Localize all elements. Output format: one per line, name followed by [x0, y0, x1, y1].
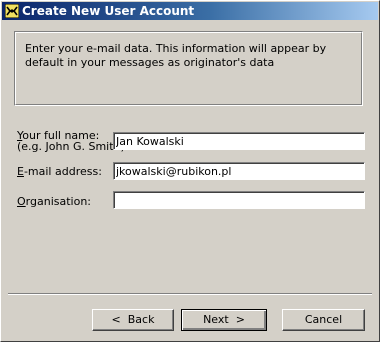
- email-field[interactable]: [113, 162, 365, 180]
- next-button[interactable]: Next >: [181, 309, 267, 331]
- window-title: Create New User Account: [22, 4, 195, 18]
- back-button[interactable]: < Back: [92, 309, 174, 331]
- full-name-hint: (e.g. John G. Smith): [17, 140, 125, 153]
- info-text: Enter your e-mail data. This information…: [25, 42, 327, 69]
- title-bar[interactable]: Create New User Account: [2, 2, 378, 20]
- cancel-button[interactable]: Cancel: [282, 309, 365, 331]
- app-icon: [4, 3, 20, 19]
- create-user-dialog: Create New User Account Enter your e-mai…: [0, 0, 380, 342]
- email-label: E-mail address:: [17, 165, 102, 178]
- full-name-field[interactable]: [113, 132, 365, 150]
- divider: [8, 293, 372, 295]
- organisation-field[interactable]: [113, 191, 365, 209]
- info-panel: Enter your e-mail data. This information…: [14, 31, 363, 106]
- organisation-label: Organisation:: [17, 195, 92, 208]
